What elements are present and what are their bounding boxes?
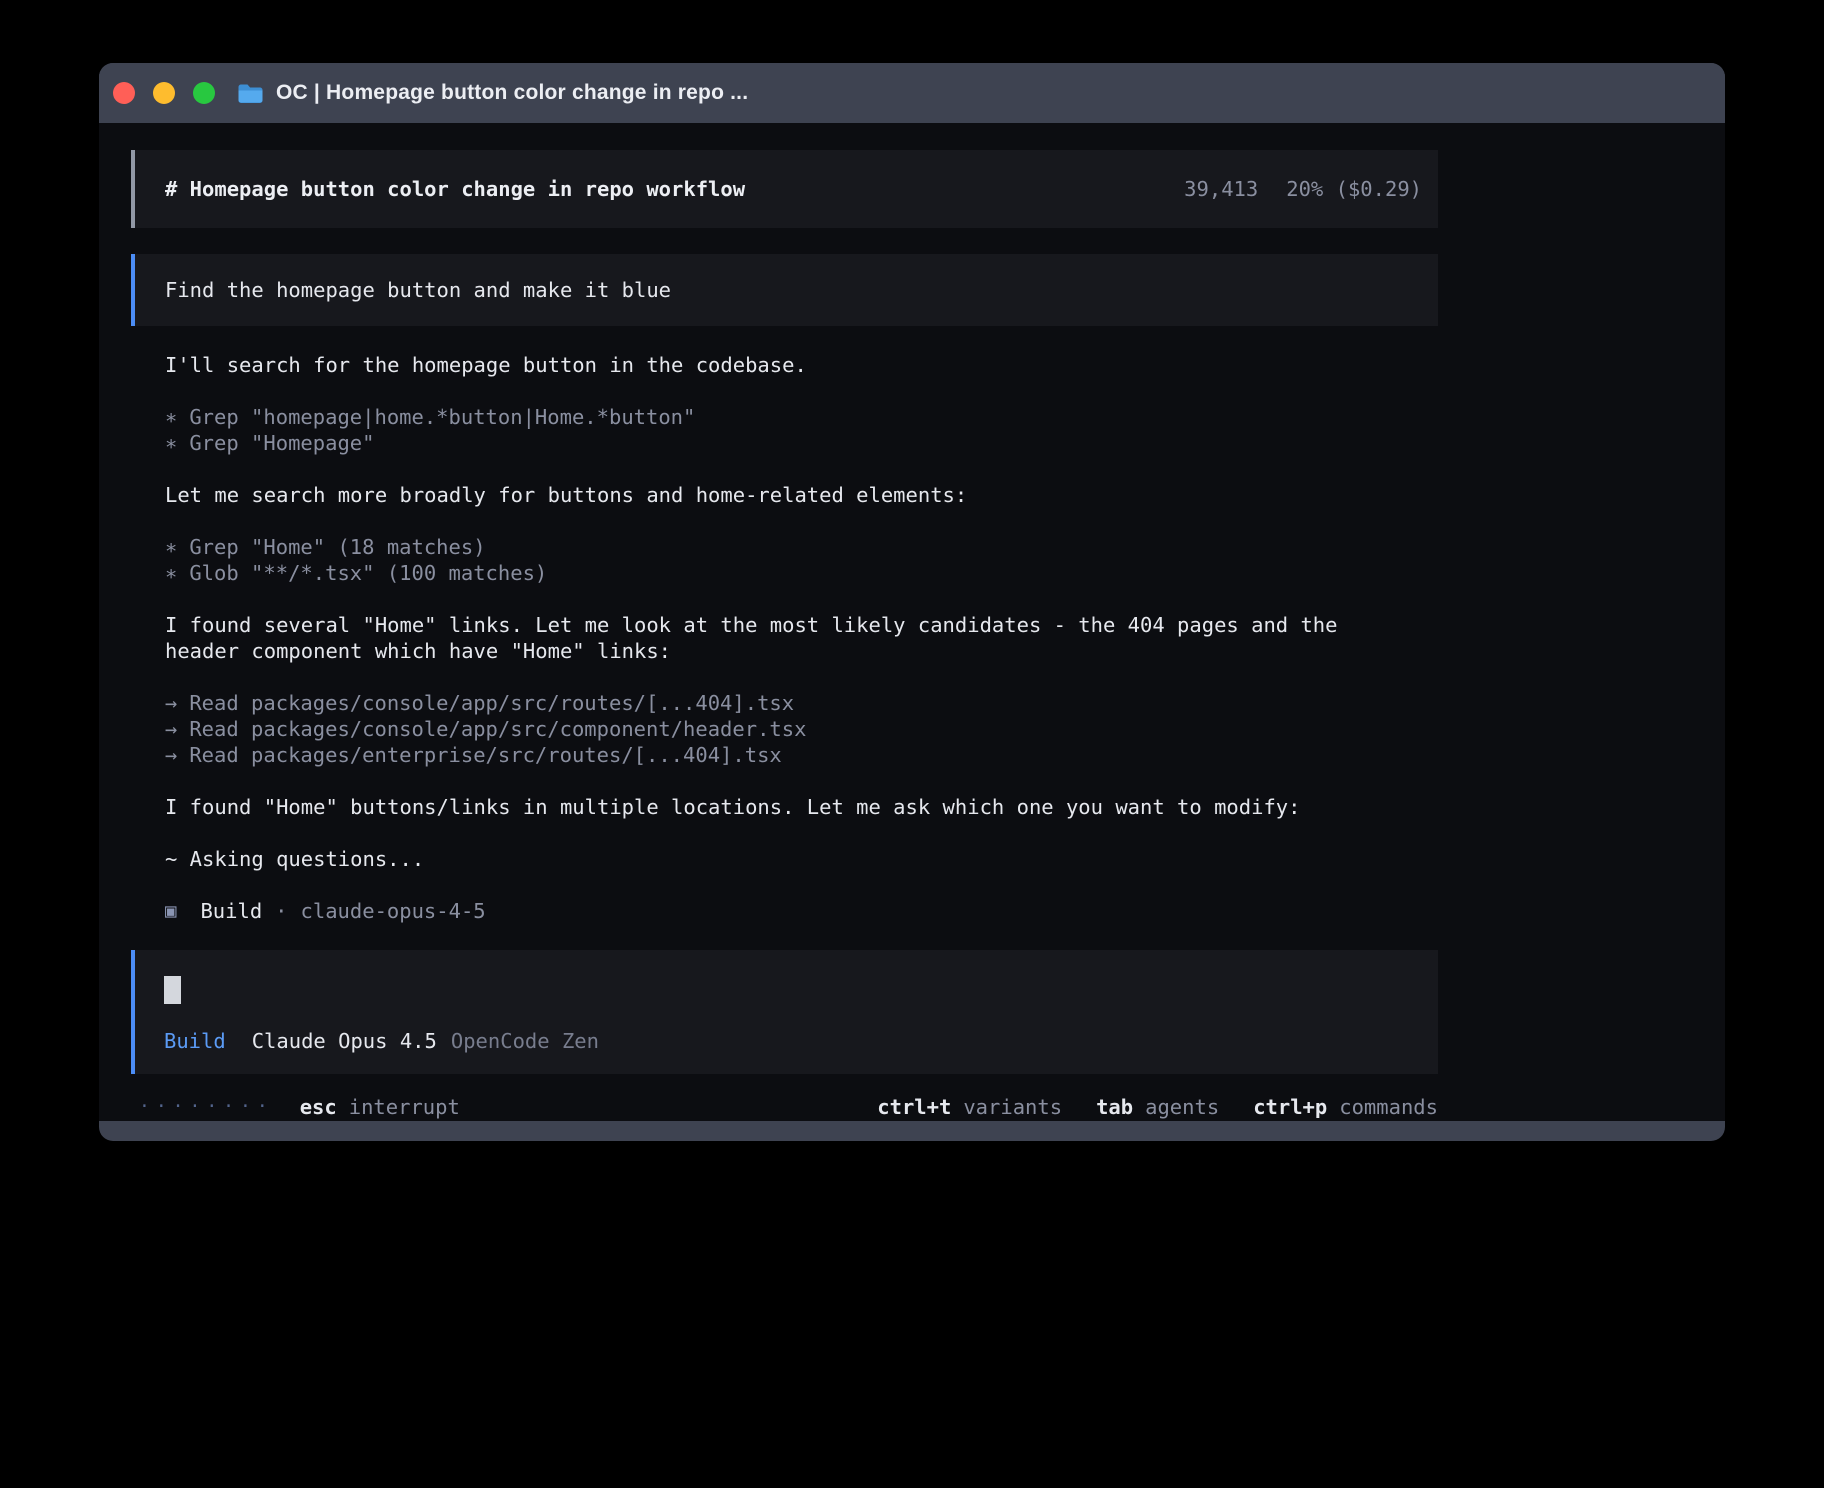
- session-stats: 39,413 20% ($0.29): [1184, 176, 1422, 202]
- hint-variants: ctrl+t variants: [877, 1094, 1062, 1120]
- tool-call-line: ∗ Grep "homepage|home.*button|Home.*butt…: [165, 404, 1438, 430]
- spinner-dots-icon: ········: [139, 1094, 274, 1120]
- agent-icon: ▣: [165, 898, 176, 924]
- tab-key: tab: [1096, 1094, 1133, 1120]
- terminal-viewport: # Homepage button color change in repo w…: [99, 123, 1725, 1121]
- user-message: Find the homepage button and make it blu…: [131, 254, 1438, 326]
- desktop: OC | Homepage button color change in rep…: [0, 0, 1824, 1488]
- tool-call-group: ∗ Grep "homepage|home.*button|Home.*butt…: [165, 404, 1438, 456]
- titlebar[interactable]: OC | Homepage button color change in rep…: [99, 63, 1725, 123]
- window-title-group: OC | Homepage button color change in rep…: [237, 81, 748, 105]
- tool-bullet-icon: ∗: [165, 560, 177, 586]
- close-button[interactable]: [113, 82, 135, 104]
- hint-agents: tab agents: [1096, 1094, 1219, 1120]
- paragraph-line: header component which have "Home" links…: [165, 639, 671, 663]
- tool-bullet-icon: ∗: [165, 430, 177, 456]
- tool-call-text: Read packages/console/app/src/routes/[..…: [189, 690, 794, 716]
- status-bar: ········ esc interrupt ctrl+t variants t…: [131, 1094, 1438, 1120]
- tool-call-group: → Read packages/console/app/src/routes/[…: [165, 690, 1438, 768]
- agent-name: Build: [200, 898, 262, 924]
- agent-mode-label[interactable]: Build: [164, 1028, 226, 1054]
- folder-icon: [237, 83, 264, 104]
- terminal-window: OC | Homepage button color change in rep…: [99, 63, 1725, 1141]
- tool-call-line: → Read packages/enterprise/src/routes/[.…: [165, 742, 1438, 768]
- tool-call-text: Grep "Homepage": [189, 430, 374, 456]
- tool-bullet-icon: ∗: [165, 404, 177, 430]
- input-cursor: [164, 976, 181, 1004]
- ctrl-t-key: ctrl+t: [877, 1094, 951, 1120]
- dot-separator: ·: [275, 898, 287, 924]
- user-message-text: Find the homepage button and make it blu…: [165, 278, 671, 302]
- assistant-status-text: ~ Asking questions...: [165, 846, 1438, 872]
- tool-call-text: Read packages/enterprise/src/routes/[...…: [189, 742, 781, 768]
- input-provider-label: OpenCode Zen: [451, 1028, 599, 1054]
- tool-bullet-icon: ∗: [165, 534, 177, 560]
- hint-esc: esc interrupt: [300, 1094, 460, 1120]
- input-model-label[interactable]: Claude Opus 4.5: [252, 1028, 437, 1054]
- status-bar-left: ········ esc interrupt: [139, 1094, 460, 1120]
- tool-call-text: Read packages/console/app/src/component/…: [189, 716, 806, 742]
- tool-call-text: Glob "**/*.tsx" (100 matches): [189, 560, 547, 586]
- zoom-button[interactable]: [193, 82, 215, 104]
- minimize-button[interactable]: [153, 82, 175, 104]
- context-usage: 20% ($0.29): [1286, 176, 1422, 202]
- agent-status-line: ▣ Build · claude-opus-4-5: [165, 898, 1438, 924]
- ctrl-p-key: ctrl+p: [1253, 1094, 1327, 1120]
- window-controls: [113, 82, 215, 104]
- agents-label: agents: [1145, 1094, 1219, 1120]
- commands-label: commands: [1339, 1094, 1438, 1120]
- input-meta: Build Claude Opus 4.5 OpenCode Zen: [164, 1028, 1409, 1054]
- session-title: # Homepage button color change in repo w…: [165, 176, 745, 202]
- esc-key: esc: [300, 1094, 337, 1120]
- tool-call-line: ∗ Grep "Homepage": [165, 430, 1438, 456]
- tool-call-text: Grep "homepage|home.*button|Home.*button…: [189, 404, 695, 430]
- session-content: # Homepage button color change in repo w…: [131, 150, 1438, 1120]
- model-name: claude-opus-4-5: [301, 898, 486, 924]
- prompt-input[interactable]: Build Claude Opus 4.5 OpenCode Zen: [131, 950, 1438, 1074]
- variants-label: variants: [963, 1094, 1062, 1120]
- hint-commands: ctrl+p commands: [1253, 1094, 1438, 1120]
- read-arrow-icon: →: [165, 742, 177, 768]
- status-bar-right: ctrl+t variants tab agents ctrl+p comman…: [877, 1094, 1438, 1120]
- window-title: OC | Homepage button color change in rep…: [276, 81, 748, 105]
- read-arrow-icon: →: [165, 716, 177, 742]
- interrupt-label: interrupt: [349, 1094, 460, 1120]
- tool-call-line: ∗ Grep "Home" (18 matches): [165, 534, 1438, 560]
- tool-call-line: → Read packages/console/app/src/componen…: [165, 716, 1438, 742]
- assistant-paragraph: Let me search more broadly for buttons a…: [165, 482, 1438, 508]
- paragraph-line: I found several "Home" links. Let me loo…: [165, 613, 1338, 637]
- read-arrow-icon: →: [165, 690, 177, 716]
- assistant-paragraph: I found "Home" buttons/links in multiple…: [165, 794, 1438, 820]
- session-header: # Homepage button color change in repo w…: [131, 150, 1438, 228]
- assistant-paragraph: I'll search for the homepage button in t…: [165, 352, 1438, 378]
- tool-call-group: ∗ Grep "Home" (18 matches) ∗ Glob "**/*.…: [165, 534, 1438, 586]
- tool-call-text: Grep "Home" (18 matches): [189, 534, 485, 560]
- assistant-paragraph: I found several "Home" links. Let me loo…: [165, 612, 1438, 664]
- tool-call-line: ∗ Glob "**/*.tsx" (100 matches): [165, 560, 1438, 586]
- tool-call-line: → Read packages/console/app/src/routes/[…: [165, 690, 1438, 716]
- token-count: 39,413: [1184, 176, 1258, 202]
